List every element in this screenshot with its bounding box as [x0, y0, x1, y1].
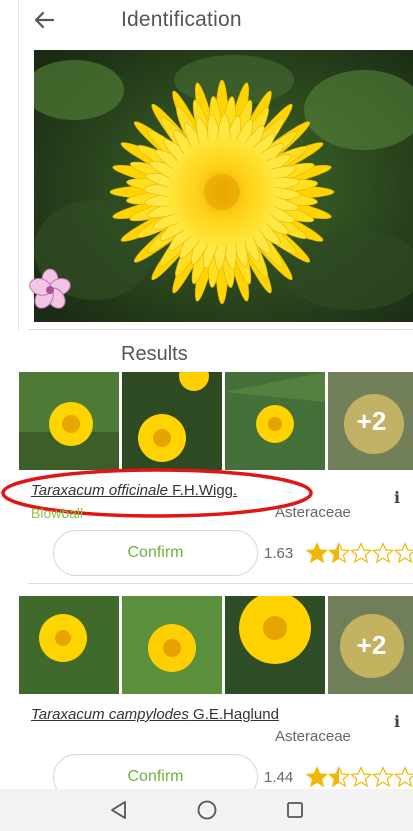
- result-2-family: Asteraceae: [275, 728, 351, 745]
- info-icon[interactable]: i: [394, 488, 400, 507]
- result-thumbnail[interactable]: [19, 596, 119, 694]
- result-2-rating: [306, 766, 413, 788]
- result-1-rating: [306, 542, 413, 564]
- star-empty-icon: [394, 766, 413, 788]
- star-empty-icon: [372, 542, 394, 564]
- app-screen: Identification Results +2 Taraxacum offi…: [0, 0, 413, 831]
- result-1-gallery: +2: [19, 372, 413, 470]
- app-header: Identification: [0, 0, 413, 44]
- star-empty-icon: [350, 542, 372, 564]
- more-images-count: +2: [356, 405, 387, 436]
- result-thumbnail[interactable]: [19, 372, 119, 470]
- star-full-icon: [306, 542, 328, 564]
- circle-home-icon[interactable]: [194, 797, 220, 823]
- info-icon[interactable]: i: [394, 712, 400, 731]
- star-half-icon: [328, 542, 350, 564]
- result-thumbnail[interactable]: [225, 372, 325, 470]
- result-1-score: 1.63: [264, 545, 294, 562]
- triangle-back-icon[interactable]: [106, 797, 132, 823]
- divider: [18, 0, 19, 330]
- star-empty-icon: [350, 766, 372, 788]
- result-1-confirm-button[interactable]: Confirm: [53, 530, 258, 576]
- divider: [28, 329, 413, 330]
- page-title: Identification: [121, 8, 242, 31]
- result-thumbnail[interactable]: [122, 596, 222, 694]
- result-2-scientific-name[interactable]: Taraxacum campylodes G.E.Haglund: [31, 706, 279, 723]
- result-thumbnail[interactable]: [225, 596, 325, 694]
- result-1-family: Asteraceae: [275, 504, 351, 521]
- star-empty-icon: [372, 766, 394, 788]
- arrow-left-icon[interactable]: [30, 6, 58, 34]
- star-half-icon: [328, 766, 350, 788]
- square-recents-icon[interactable]: [282, 797, 308, 823]
- identified-photo[interactable]: [34, 50, 413, 322]
- result-thumbnail[interactable]: [122, 372, 222, 470]
- result-2-score: 1.44: [264, 769, 294, 786]
- result-1-scientific-name[interactable]: Taraxacum officinale F.H.Wigg.: [31, 482, 237, 499]
- more-images-tile[interactable]: +2: [328, 596, 413, 694]
- more-images-tile[interactable]: +2: [328, 372, 413, 470]
- star-empty-icon: [394, 542, 413, 564]
- results-heading: Results: [121, 343, 188, 365]
- flower-icon: [28, 268, 72, 312]
- result-1-common-name: Blowball: [31, 505, 84, 521]
- more-images-count: +2: [356, 629, 387, 660]
- divider: [28, 583, 413, 584]
- system-navigation-bar: [0, 789, 413, 831]
- result-2-gallery: +2: [19, 596, 413, 694]
- star-full-icon: [306, 766, 328, 788]
